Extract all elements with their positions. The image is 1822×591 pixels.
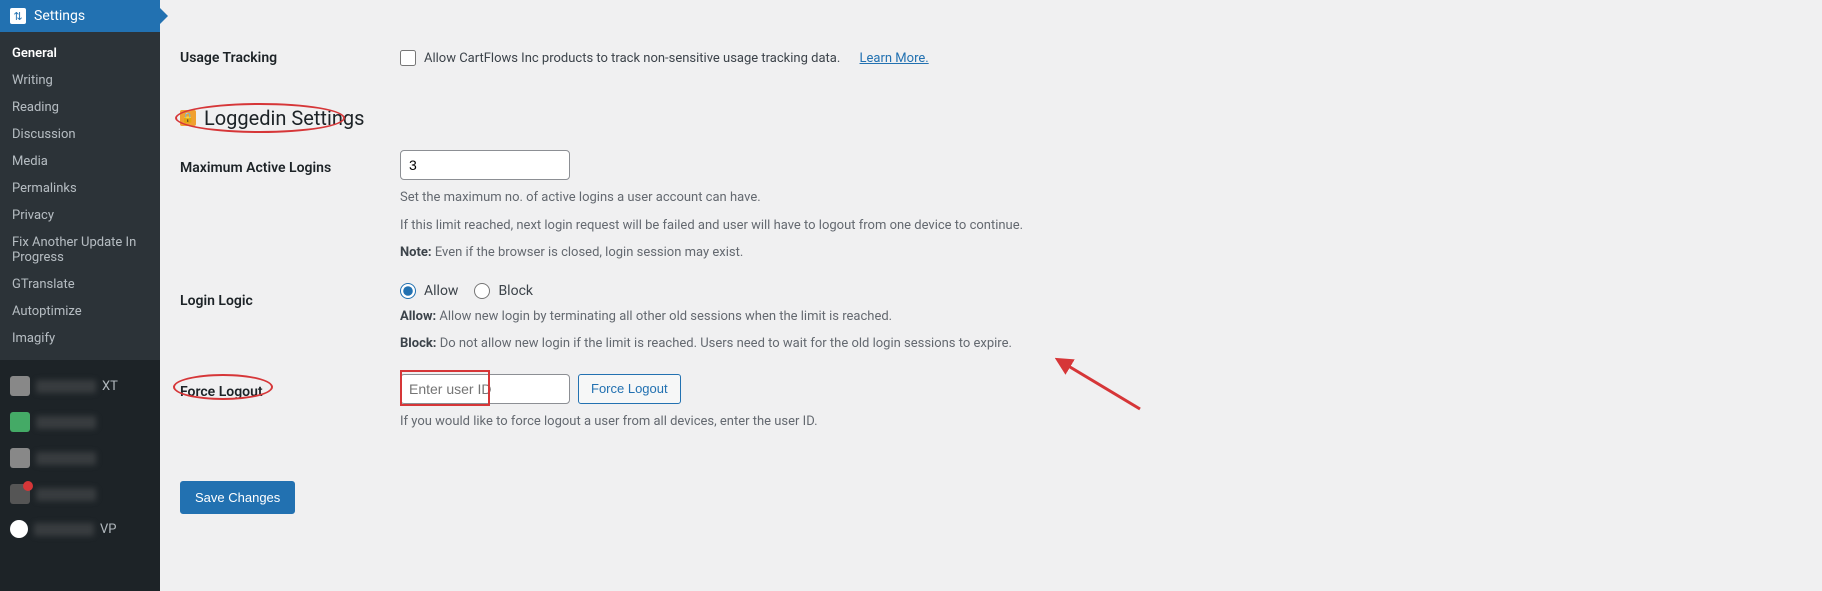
annotation-arrow bbox=[1055, 354, 1145, 414]
submenu-writing[interactable]: Writing bbox=[0, 67, 160, 94]
max-logins-desc1: Set the maximum no. of active logins a u… bbox=[400, 188, 1802, 208]
submenu-media[interactable]: Media bbox=[0, 148, 160, 175]
plugin-label-blurred bbox=[36, 452, 96, 465]
login-logic-row: Login Logic Allow Block Allow: Allow new… bbox=[180, 283, 1802, 354]
usage-tracking-row: Usage Tracking Allow CartFlows Inc produ… bbox=[180, 40, 1802, 66]
plugin-item-5[interactable]: VP bbox=[0, 512, 160, 546]
block-radio-label: Block bbox=[498, 283, 533, 299]
plugin-label-blurred bbox=[36, 416, 96, 429]
plugin-icon bbox=[10, 448, 30, 468]
submenu-discussion[interactable]: Discussion bbox=[0, 121, 160, 148]
sidebar-header-label: Settings bbox=[34, 8, 85, 24]
submenu-gtranslate[interactable]: GTranslate bbox=[0, 271, 160, 298]
plugin-item-2[interactable] bbox=[0, 404, 160, 440]
plugin-label-blurred bbox=[36, 380, 96, 393]
note-text: Even if the browser is closed, login ses… bbox=[432, 245, 744, 260]
force-logout-label: Force Logout bbox=[180, 374, 400, 400]
block-radio[interactable] bbox=[474, 283, 490, 299]
usage-tracking-checkbox[interactable] bbox=[400, 50, 416, 66]
block-bold: Block: bbox=[400, 336, 436, 351]
sidebar-settings-header[interactable]: Settings bbox=[0, 0, 160, 32]
submenu-imagify[interactable]: Imagify bbox=[0, 325, 160, 352]
plugin-icon-badge bbox=[10, 484, 30, 504]
user-id-input[interactable] bbox=[400, 374, 570, 404]
plugin-icon bbox=[10, 376, 30, 396]
submenu-privacy[interactable]: Privacy bbox=[0, 202, 160, 229]
plugin-icon bbox=[10, 412, 30, 432]
note-label: Note: bbox=[400, 245, 432, 260]
plugin-label-blurred bbox=[34, 523, 94, 536]
submenu-fix-update[interactable]: Fix Another Update In Progress bbox=[0, 229, 160, 271]
usage-tracking-label: Usage Tracking bbox=[180, 40, 400, 66]
login-logic-label: Login Logic bbox=[180, 283, 400, 309]
plugin-item-3[interactable] bbox=[0, 440, 160, 476]
lock-icon: 🔒 bbox=[180, 110, 196, 126]
allow-bold: Allow: bbox=[400, 309, 436, 324]
max-logins-input[interactable] bbox=[400, 150, 570, 180]
submenu-permalinks[interactable]: Permalinks bbox=[0, 175, 160, 202]
force-logout-label-text: Force Logout bbox=[180, 384, 263, 400]
usage-tracking-text: Allow CartFlows Inc products to track no… bbox=[424, 51, 840, 66]
max-logins-note: Note: Even if the browser is closed, log… bbox=[400, 243, 1802, 263]
max-logins-row: Maximum Active Logins Set the maximum no… bbox=[180, 150, 1802, 263]
allow-description: Allow: Allow new login by terminating al… bbox=[400, 307, 1802, 327]
sidebar-plugins: XT VP bbox=[0, 360, 160, 554]
loggedin-settings-heading: 🔒 Loggedin Settings bbox=[180, 106, 1802, 130]
submenu-general[interactable]: General bbox=[0, 40, 160, 67]
plugin-label-blurred bbox=[36, 488, 96, 501]
allow-radio[interactable] bbox=[400, 283, 416, 299]
submenu-reading[interactable]: Reading bbox=[0, 94, 160, 121]
block-description: Block: Do not allow new login if the lim… bbox=[400, 334, 1802, 354]
allow-desc-text: Allow new login by terminating all other… bbox=[436, 309, 892, 324]
plugin-vp-label: VP bbox=[100, 522, 116, 537]
allow-radio-label: Allow bbox=[424, 283, 458, 299]
submenu-autoptimize[interactable]: Autoptimize bbox=[0, 298, 160, 325]
force-logout-row: Force Logout Force Logout If you would l… bbox=[180, 374, 1802, 432]
max-logins-label: Maximum Active Logins bbox=[180, 150, 400, 176]
max-logins-desc2: If this limit reached, next login reques… bbox=[400, 216, 1802, 236]
main-content: Usage Tracking Allow CartFlows Inc produ… bbox=[160, 0, 1822, 591]
plugin-item-1[interactable]: XT bbox=[0, 368, 160, 404]
plugin-item-4[interactable] bbox=[0, 476, 160, 512]
plugin-xt-label: XT bbox=[102, 379, 118, 394]
admin-sidebar: Settings General Writing Reading Discuss… bbox=[0, 0, 160, 591]
section-heading-text: Loggedin Settings bbox=[204, 106, 364, 130]
force-logout-desc: If you would like to force logout a user… bbox=[400, 412, 1802, 432]
save-changes-button[interactable]: Save Changes bbox=[180, 481, 295, 514]
settings-submenu: General Writing Reading Discussion Media… bbox=[0, 32, 160, 360]
settings-icon bbox=[10, 8, 26, 24]
force-logout-field: Force Logout If you would like to force … bbox=[400, 374, 1802, 432]
block-desc-text: Do not allow new login if the limit is r… bbox=[436, 336, 1011, 351]
learn-more-link[interactable]: Learn More. bbox=[860, 51, 929, 66]
plugin-circle-icon bbox=[10, 520, 28, 538]
force-logout-button[interactable]: Force Logout bbox=[578, 374, 681, 404]
